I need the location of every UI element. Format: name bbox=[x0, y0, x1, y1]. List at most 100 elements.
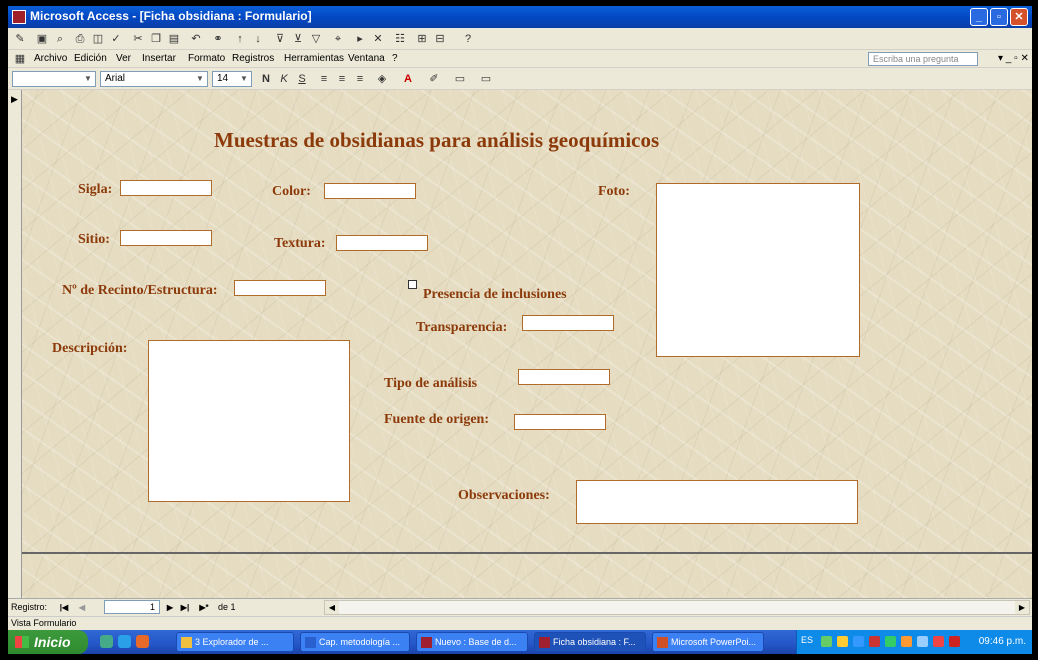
paste-icon[interactable]: ▤ bbox=[166, 31, 182, 47]
tray-icon-alert[interactable] bbox=[869, 636, 880, 647]
apply-filter-icon[interactable]: ▽ bbox=[308, 31, 324, 47]
copy-icon[interactable]: ❐ bbox=[148, 31, 164, 47]
cut-icon[interactable]: ✂ bbox=[130, 31, 146, 47]
search-file-icon[interactable]: ⌕ bbox=[52, 31, 68, 47]
last-record-icon[interactable]: ▶| bbox=[178, 601, 192, 614]
desktop-quicklaunch-icon[interactable] bbox=[100, 635, 113, 648]
save-icon[interactable]: ▣ bbox=[34, 31, 50, 47]
align-left-icon[interactable]: ≡ bbox=[316, 71, 332, 87]
tray-icon-update[interactable] bbox=[885, 636, 896, 647]
descripcion-field[interactable] bbox=[148, 340, 350, 502]
transparencia-field[interactable] bbox=[522, 315, 614, 331]
record-navigation-bar: Registro: |◀ ◀ 1 ▶ ▶| ▶* de 1 ◀ ▶ bbox=[8, 598, 1032, 616]
language-indicator[interactable]: ES bbox=[801, 635, 813, 645]
taskbar-item-powerpoint[interactable]: Microsoft PowerPoi... bbox=[652, 632, 764, 652]
menu-help[interactable]: ? bbox=[392, 53, 398, 64]
help-icon[interactable]: ? bbox=[460, 31, 476, 47]
bold-button[interactable]: N bbox=[258, 71, 274, 87]
view-icon[interactable]: ✎ bbox=[12, 31, 28, 47]
section-divider bbox=[22, 552, 1032, 554]
tray-icon-other[interactable] bbox=[949, 636, 960, 647]
form-icon bbox=[539, 637, 550, 648]
fuente-origen-field[interactable] bbox=[514, 414, 606, 430]
horizontal-scrollbar[interactable]: ◀ ▶ bbox=[324, 600, 1030, 615]
tray-icon-security[interactable] bbox=[837, 636, 848, 647]
tipo-analisis-field[interactable] bbox=[518, 369, 610, 385]
print-icon[interactable]: ⎙ bbox=[72, 31, 88, 47]
line-width-icon[interactable]: ▭ bbox=[452, 71, 468, 87]
insert-hyperlink-icon[interactable]: ⚭ bbox=[210, 31, 226, 47]
object-combo[interactable]: ▼ bbox=[12, 71, 96, 87]
properties-icon[interactable]: ☷ bbox=[392, 31, 408, 47]
access-app-icon[interactable] bbox=[12, 10, 26, 24]
menu-archivo[interactable]: Archivo bbox=[34, 53, 67, 64]
sigla-field[interactable] bbox=[120, 180, 212, 196]
menu-registros[interactable]: Registros bbox=[232, 53, 274, 64]
find-icon[interactable]: ⌖ bbox=[330, 31, 346, 47]
new-record-nav-icon[interactable]: ▶* bbox=[194, 601, 214, 614]
foto-frame[interactable] bbox=[656, 183, 860, 357]
next-record-icon[interactable]: ▶ bbox=[164, 601, 176, 614]
menu-ventana[interactable]: Ventana bbox=[348, 53, 385, 64]
new-record-icon[interactable]: ▸ bbox=[352, 31, 368, 47]
menu-formato[interactable]: Formato bbox=[188, 53, 225, 64]
presencia-checkbox[interactable] bbox=[408, 280, 417, 289]
underline-button[interactable]: S bbox=[294, 71, 310, 87]
font-combo[interactable]: Arial ▼ bbox=[100, 71, 208, 87]
descripcion-label: Descripción: bbox=[52, 341, 128, 356]
observaciones-field[interactable] bbox=[576, 480, 858, 524]
new-object-icon[interactable]: ⊟ bbox=[432, 31, 448, 47]
font-size-combo[interactable]: 14 ▼ bbox=[212, 71, 252, 87]
restore-button[interactable]: ▫ bbox=[990, 8, 1008, 26]
status-text: Vista Formulario bbox=[11, 618, 77, 628]
ask-question-input[interactable]: Escriba una pregunta bbox=[868, 52, 978, 66]
menu-herramientas[interactable]: Herramientas bbox=[284, 53, 344, 64]
recinto-field[interactable] bbox=[234, 280, 326, 296]
filter-by-selection-icon[interactable]: ⊽ bbox=[272, 31, 288, 47]
record-selector[interactable]: ▶ bbox=[8, 90, 22, 598]
tray-icon-volume[interactable] bbox=[917, 636, 928, 647]
sort-descending-icon[interactable]: ↓ bbox=[250, 31, 266, 47]
menu-insertar[interactable]: Insertar bbox=[142, 53, 176, 64]
taskbar-item-database[interactable]: Nuevo : Base de d... bbox=[416, 632, 528, 652]
sort-ascending-icon[interactable]: ↑ bbox=[232, 31, 248, 47]
form-menu-icon[interactable]: ▦ bbox=[12, 51, 28, 67]
sitio-field[interactable] bbox=[120, 230, 212, 246]
record-number-input[interactable]: 1 bbox=[104, 600, 160, 614]
close-button[interactable]: ✕ bbox=[1010, 8, 1028, 26]
print-preview-icon[interactable]: ◫ bbox=[90, 31, 106, 47]
menu-edicion[interactable]: Edición bbox=[74, 53, 107, 64]
menu-ver[interactable]: Ver bbox=[116, 53, 131, 64]
color-field[interactable] bbox=[324, 183, 416, 199]
font-color-icon[interactable]: A bbox=[400, 71, 416, 87]
italic-button[interactable]: K bbox=[276, 71, 292, 87]
tray-icon-messenger[interactable] bbox=[901, 636, 912, 647]
special-effect-icon[interactable]: ▭ bbox=[478, 71, 494, 87]
ie-quicklaunch-icon[interactable] bbox=[118, 635, 131, 648]
align-right-icon[interactable]: ≡ bbox=[352, 71, 368, 87]
previous-record-icon[interactable]: ◀ bbox=[76, 601, 88, 614]
align-center-icon[interactable]: ≡ bbox=[334, 71, 350, 87]
scroll-left-icon[interactable]: ◀ bbox=[325, 601, 339, 614]
delete-record-icon[interactable]: ✕ bbox=[370, 31, 386, 47]
filter-by-form-icon[interactable]: ⊻ bbox=[290, 31, 306, 47]
spelling-icon[interactable]: ✓ bbox=[108, 31, 124, 47]
database-window-icon[interactable]: ⊞ bbox=[414, 31, 430, 47]
textura-field[interactable] bbox=[336, 235, 428, 251]
media-quicklaunch-icon[interactable] bbox=[136, 635, 149, 648]
tray-icon-media[interactable] bbox=[933, 636, 944, 647]
mdi-window-controls-icon[interactable]: ▾ _ ▫ ✕ bbox=[998, 53, 1029, 64]
taskbar-item-explorer[interactable]: 3 Explorador de ... bbox=[176, 632, 294, 652]
start-button[interactable]: Inicio bbox=[8, 630, 88, 654]
tray-icon-antivirus[interactable] bbox=[821, 636, 832, 647]
taskbar-item-word[interactable]: Cap. metodología ... bbox=[300, 632, 410, 652]
scroll-right-icon[interactable]: ▶ bbox=[1015, 601, 1029, 614]
undo-icon[interactable]: ↶ bbox=[188, 31, 204, 47]
first-record-icon[interactable]: |◀ bbox=[58, 601, 70, 614]
tray-icon-network[interactable] bbox=[853, 636, 864, 647]
taskbar-item-ficha[interactable]: Ficha obsidiana : F... bbox=[534, 632, 646, 652]
fill-color-icon[interactable]: ◈ bbox=[374, 71, 390, 87]
line-color-icon[interactable]: ✐ bbox=[426, 71, 442, 87]
minimize-button[interactable]: _ bbox=[970, 8, 988, 26]
access-icon bbox=[421, 637, 432, 648]
